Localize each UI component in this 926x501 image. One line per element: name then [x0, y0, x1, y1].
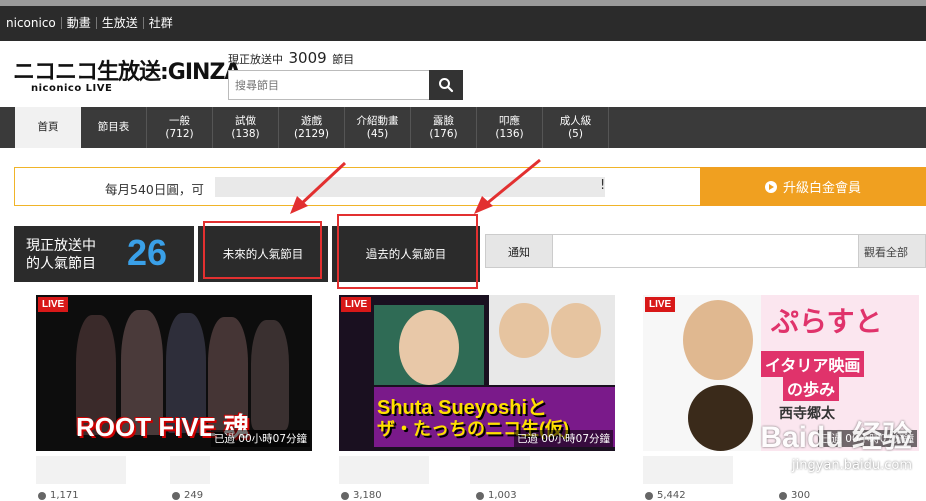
card-stats: 300: [779, 490, 810, 501]
viewer-icon: [645, 491, 653, 500]
live-badge: LIVE: [38, 297, 69, 312]
comment-count: 300: [791, 490, 811, 501]
comment-icon: [476, 491, 484, 500]
comment-icon: [172, 491, 180, 500]
notice-content[interactable]: [552, 235, 859, 267]
comment-icon: [779, 491, 787, 500]
blurred-title: [470, 456, 530, 484]
program-card[interactable]: LIVE Shuta Sueyoshiと ザ・たっちのニコ生(仮) 已過 00小…: [339, 295, 615, 451]
program-title-overlay-title: ぷらすと: [771, 306, 883, 337]
comment-count: 1,003: [488, 490, 517, 501]
view-all-link[interactable]: 觀看全部: [864, 244, 908, 260]
viewer-count: 5,442: [657, 490, 686, 501]
program-title-overlay-line2: の歩み: [783, 375, 840, 401]
viewer-icon: [38, 491, 46, 500]
blurred-title: [36, 456, 126, 484]
card-stats: 5,442: [645, 490, 686, 501]
elapsed-time: 已過 00小時07分鐘: [210, 430, 310, 447]
live-badge: LIVE: [341, 297, 372, 312]
program-title-overlay-line1: イタリア映画: [761, 351, 865, 377]
blurred-title: [339, 456, 429, 484]
viewer-count: 3,180: [353, 490, 382, 501]
card-stats: 1,171: [38, 490, 79, 501]
viewer-count: 1,171: [50, 490, 79, 501]
baidu-watermark: Baidu 经验 jingyan.baidu.com: [760, 412, 912, 473]
watermark-url: jingyan.baidu.com: [792, 458, 912, 473]
card-stats: 1,003: [476, 490, 517, 501]
viewer-icon: [341, 491, 349, 500]
comment-count: 249: [184, 490, 204, 501]
notice-bar: 通知 觀看全部: [485, 234, 926, 268]
card-stats: 249: [172, 490, 203, 501]
watermark-brand: Baidu 经验: [760, 421, 912, 454]
blurred-title: [643, 456, 733, 484]
card-stats: 3,180: [341, 490, 382, 501]
blurred-title: [170, 456, 210, 484]
elapsed-time: 已過 00小時07分鐘: [513, 430, 613, 447]
live-badge: LIVE: [645, 297, 676, 312]
notice-label: 通知: [508, 246, 530, 259]
program-card[interactable]: LIVE ROOT FIVE 魂 已過 00小時07分鐘: [36, 295, 312, 451]
